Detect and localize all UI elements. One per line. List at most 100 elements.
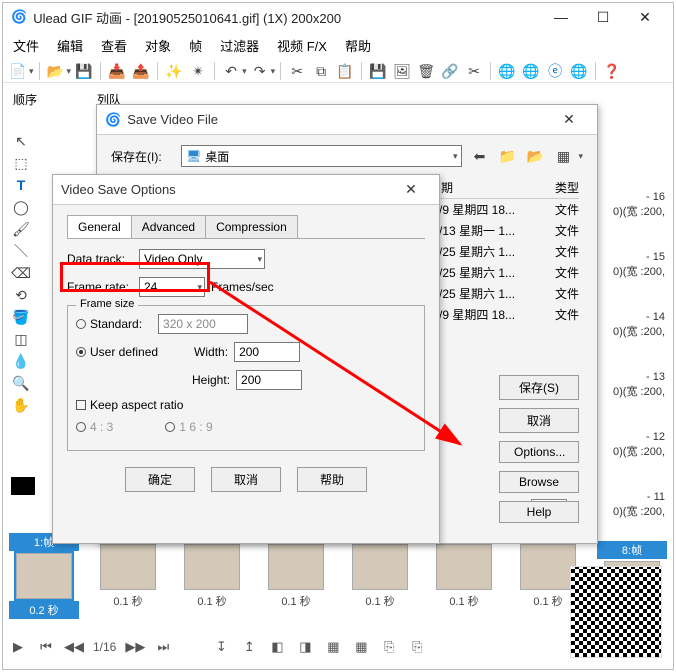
menu-edit[interactable]: 编辑 bbox=[51, 34, 89, 57]
dropdown-icon[interactable]: ▾ bbox=[271, 66, 276, 77]
zoom-icon[interactable]: 🔍 bbox=[11, 373, 31, 393]
mark-out-icon[interactable]: ↥ bbox=[240, 638, 258, 656]
save-button[interactable]: 保存(S) bbox=[499, 375, 579, 400]
play-icon[interactable]: ▶ bbox=[9, 638, 27, 656]
paste-icon[interactable]: 📋 bbox=[336, 62, 354, 80]
options-button[interactable]: Options... bbox=[499, 441, 579, 463]
timeline-frame[interactable]: 0.1 秒 bbox=[177, 542, 247, 610]
help-icon[interactable]: ❓ bbox=[603, 62, 621, 80]
opt-titlebar[interactable]: Video Save Options ✕ bbox=[53, 175, 439, 205]
m5-icon[interactable]: ⎘ bbox=[380, 638, 398, 656]
marquee-icon[interactable]: ⬚ bbox=[11, 153, 31, 173]
help-button[interactable]: Help bbox=[499, 501, 579, 523]
save2-icon[interactable]: 💾 bbox=[369, 62, 387, 80]
up-folder-icon[interactable]: 📁 bbox=[498, 147, 516, 165]
close-button[interactable]: ✕ bbox=[625, 5, 665, 29]
frame-icon[interactable]: 🖼 bbox=[393, 62, 411, 80]
web-icon[interactable]: 🌐 bbox=[498, 62, 516, 80]
fwd-icon[interactable]: ▶▶ bbox=[126, 638, 144, 656]
copy-icon[interactable]: ⧉ bbox=[312, 62, 330, 80]
timeline-frame[interactable]: 1:帧0.2 秒 bbox=[9, 533, 79, 619]
erase-icon[interactable]: ⌫ bbox=[11, 263, 31, 283]
redo-icon[interactable]: ↷ bbox=[251, 62, 269, 80]
dropdown-icon[interactable]: ▾ bbox=[453, 151, 458, 162]
brush-icon[interactable]: 🖌 bbox=[11, 219, 31, 239]
undo-icon[interactable]: ↶ bbox=[222, 62, 240, 80]
m3-icon[interactable]: ▦ bbox=[324, 638, 342, 656]
new-icon[interactable]: 📄 bbox=[9, 62, 27, 80]
browse-button[interactable]: Browse bbox=[499, 471, 579, 493]
timeline-frame[interactable]: 0.1 秒 bbox=[93, 542, 163, 610]
timeline[interactable]: 1:帧0.2 秒0.1 秒0.1 秒0.1 秒0.1 秒0.1 秒0.1 秒8:… bbox=[9, 533, 667, 619]
menu-file[interactable]: 文件 bbox=[7, 34, 45, 57]
ok-button[interactable]: 确定 bbox=[125, 467, 195, 492]
view-menu-icon[interactable]: ▦ bbox=[554, 147, 572, 165]
outbox-icon[interactable]: 📤 bbox=[132, 62, 150, 80]
shape-icon[interactable]: ◯ bbox=[11, 197, 31, 217]
web2-icon[interactable]: 🌐 bbox=[522, 62, 540, 80]
web3-icon[interactable]: 🌐 bbox=[570, 62, 588, 80]
col-type[interactable]: 类型 bbox=[555, 179, 579, 196]
left-toolbox: ↖ ⬚ T ◯ 🖌 ＼ ⌫ ⟲ 🪣 ◫ 💧 🔍 ✋ bbox=[9, 131, 53, 495]
m2-icon[interactable]: ◨ bbox=[296, 638, 314, 656]
fill-icon[interactable]: 🪣 bbox=[11, 307, 31, 327]
save-title: Save Video File bbox=[127, 112, 218, 127]
location-dropdown[interactable]: 🖥 桌面 ▾ bbox=[181, 145, 462, 167]
menu-videofx[interactable]: 视频 F/X bbox=[271, 34, 333, 57]
dropdown-icon[interactable]: ▾ bbox=[578, 151, 583, 162]
frame-position: 1/16 bbox=[93, 640, 116, 654]
save-icon[interactable]: 💾 bbox=[75, 62, 93, 80]
opt-close-button[interactable]: ✕ bbox=[391, 178, 431, 202]
color-swatch[interactable] bbox=[11, 477, 35, 495]
globe-icon[interactable]: ⓔ bbox=[546, 62, 564, 80]
menu-view[interactable]: 查看 bbox=[95, 34, 133, 57]
wand-icon[interactable]: ✨ bbox=[165, 62, 183, 80]
m1-icon[interactable]: ◧ bbox=[268, 638, 286, 656]
prev-icon[interactable]: ⏮ bbox=[37, 638, 55, 656]
link-icon[interactable]: 🔗 bbox=[441, 62, 459, 80]
dropdown-icon[interactable]: ▾ bbox=[67, 66, 72, 77]
tab-compression[interactable]: Compression bbox=[205, 215, 298, 238]
unlink-icon[interactable]: ✂ bbox=[465, 62, 483, 80]
hand-icon[interactable]: ✋ bbox=[11, 395, 31, 415]
menu-help[interactable]: 帮助 bbox=[339, 34, 377, 57]
line-icon[interactable]: ＼ bbox=[11, 241, 31, 261]
help-button[interactable]: 帮助 bbox=[297, 467, 367, 492]
lasso-icon[interactable]: ⟲ bbox=[11, 285, 31, 305]
new-folder-icon[interactable]: 📂 bbox=[526, 147, 544, 165]
m4-icon[interactable]: ▦ bbox=[352, 638, 370, 656]
save-close-button[interactable]: ✕ bbox=[549, 108, 589, 132]
rew-icon[interactable]: ◀◀ bbox=[65, 638, 83, 656]
menu-frame[interactable]: 帧 bbox=[183, 34, 208, 57]
tab-general[interactable]: General bbox=[67, 215, 132, 238]
save-titlebar[interactable]: 🌀 Save Video File ✕ bbox=[97, 105, 597, 135]
timeline-frame[interactable]: 0.1 秒 bbox=[345, 542, 415, 610]
m6-icon[interactable]: ⎘ bbox=[408, 638, 426, 656]
window-controls: ― ☐ ✕ bbox=[541, 5, 665, 29]
timeline-frame[interactable]: 0.1 秒 bbox=[429, 542, 499, 610]
minimize-button[interactable]: ― bbox=[541, 5, 581, 29]
dropdown-icon[interactable]: ▾ bbox=[29, 66, 34, 77]
cancel-button[interactable]: 取消 bbox=[499, 408, 579, 433]
menu-object[interactable]: 对象 bbox=[139, 34, 177, 57]
cut-icon[interactable]: ✂ bbox=[288, 62, 306, 80]
desktop-icon: 🖥 bbox=[186, 149, 201, 163]
cancel-button[interactable]: 取消 bbox=[211, 467, 281, 492]
mark-in-icon[interactable]: ↧ bbox=[212, 638, 230, 656]
eyedrop-icon[interactable]: 💧 bbox=[11, 351, 31, 371]
crop-icon[interactable]: ◫ bbox=[11, 329, 31, 349]
pointer-icon[interactable]: ↖ bbox=[11, 131, 31, 151]
menu-filter[interactable]: 过滤器 bbox=[214, 34, 265, 57]
trash-icon[interactable]: 🗑 bbox=[417, 62, 435, 80]
back-icon[interactable]: ⬅ bbox=[470, 147, 488, 165]
main-titlebar[interactable]: 🌀 Ulead GIF 动画 - [20190525010641.gif] (1… bbox=[3, 3, 673, 31]
maximize-button[interactable]: ☐ bbox=[583, 5, 623, 29]
text-icon[interactable]: T bbox=[11, 175, 31, 195]
timeline-frame[interactable]: 0.1 秒 bbox=[261, 542, 331, 610]
tab-advanced[interactable]: Advanced bbox=[131, 215, 206, 238]
open-icon[interactable]: 📂 bbox=[47, 62, 65, 80]
dropdown-icon[interactable]: ▾ bbox=[242, 66, 247, 77]
inbox-icon[interactable]: 📥 bbox=[108, 62, 126, 80]
fx-icon[interactable]: ✴ bbox=[189, 62, 207, 80]
next-icon[interactable]: ⏭ bbox=[154, 638, 172, 656]
